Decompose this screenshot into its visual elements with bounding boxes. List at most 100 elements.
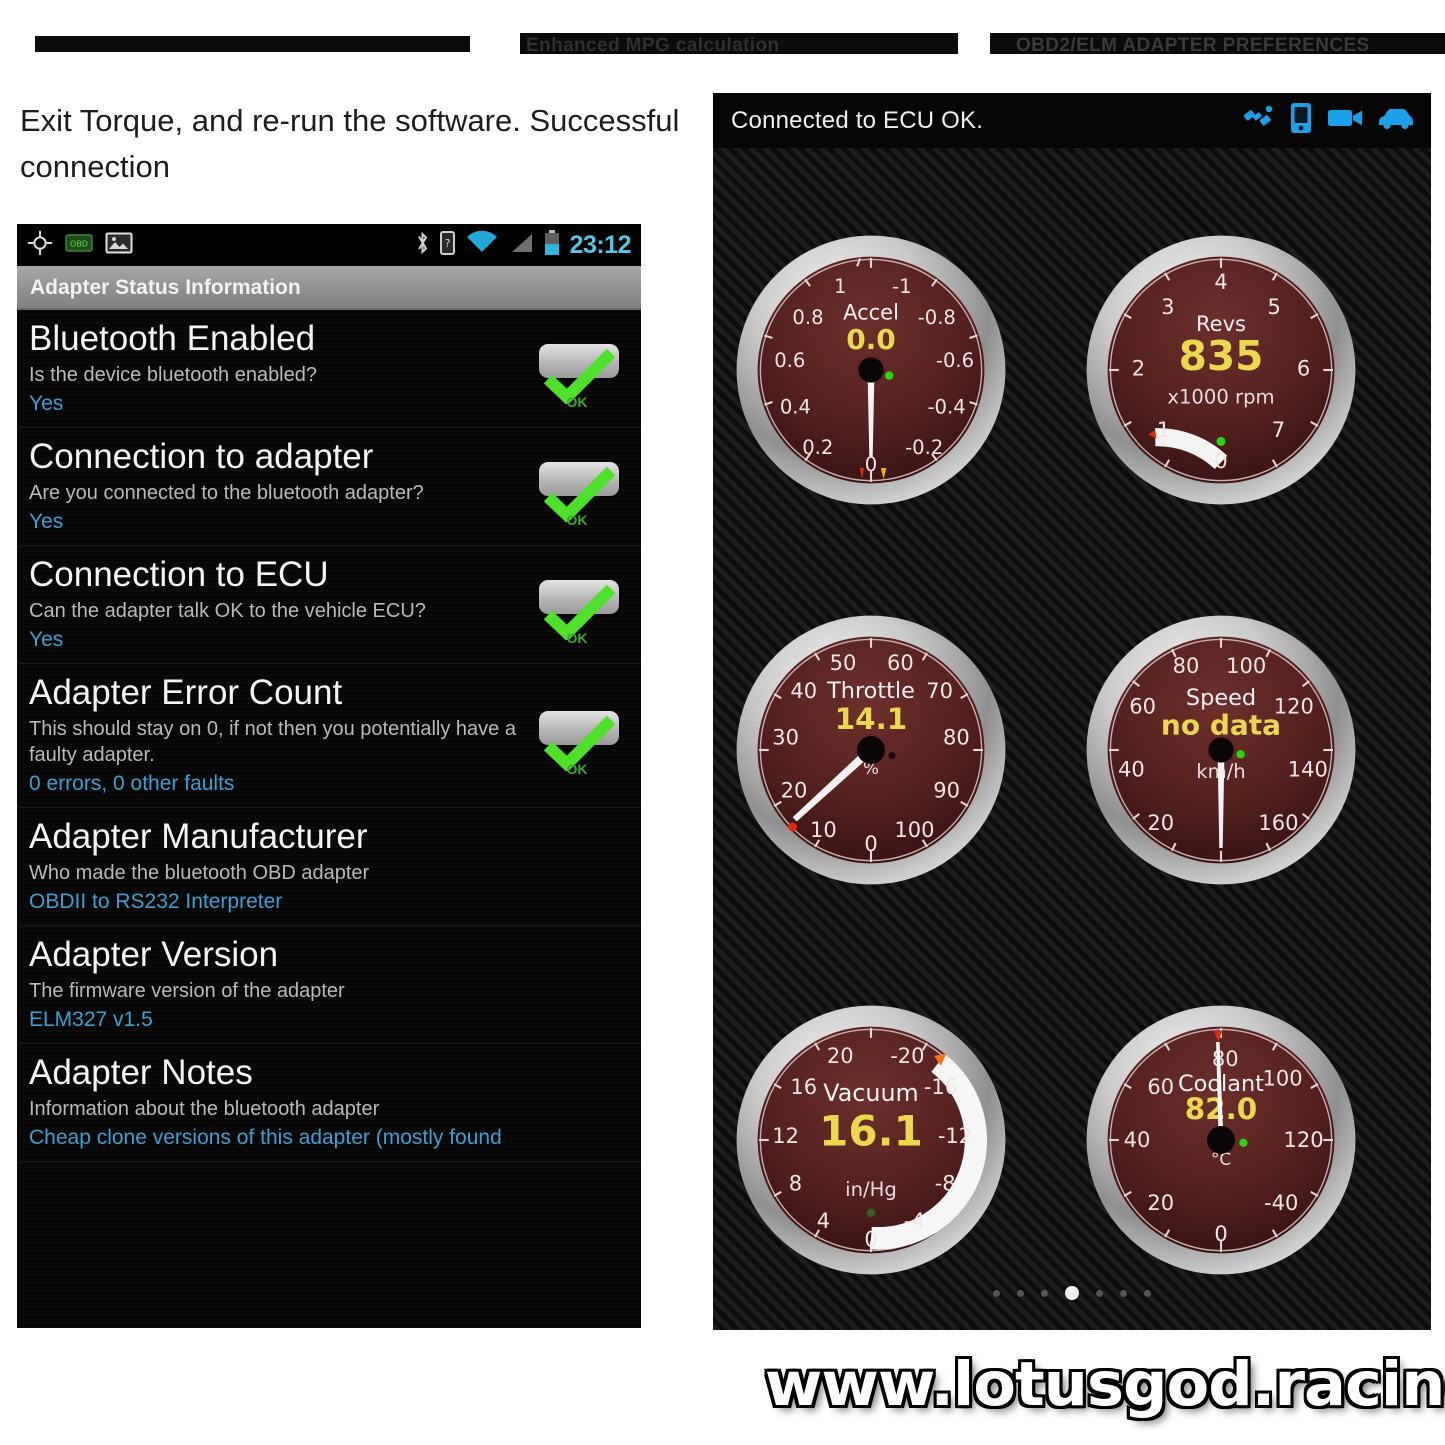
badge-label: OK	[566, 393, 588, 410]
row-heading: Adapter Notes	[29, 1053, 253, 1092]
tick-label: -0.6	[936, 349, 974, 372]
top-cutoff-headers: Enhanced MPG calculation OBD2/ELM ADAPTE…	[0, 0, 1445, 60]
connection-status-text: Connected to ECU OK.	[731, 106, 984, 134]
gauge-revs[interactable]: 4 3 2 1 5 6 7 0 Revs 835 x1000 rpm	[1081, 230, 1361, 510]
tick-label: 6	[1297, 357, 1310, 381]
tick-label: -0.4	[927, 395, 965, 418]
tick-label: 100	[1226, 654, 1266, 678]
phone-icon[interactable]	[1289, 102, 1313, 139]
car-icon[interactable]	[1377, 106, 1415, 135]
tick-label: 40	[790, 679, 817, 703]
row-description: The firmware version of the adapter	[29, 980, 345, 1002]
cutoff-header-right: OBD2/ELM ADAPTER PREFERENCES	[990, 33, 1445, 54]
tick-label: 0.2	[802, 436, 833, 459]
obd-adapter-icon: OBD	[65, 232, 93, 259]
tick-label: 20	[827, 1044, 854, 1068]
tick-label: -0.2	[905, 436, 943, 459]
row-description: Are you connected to the bluetooth adapt…	[29, 482, 424, 504]
gauge-grid: 1 0.8 0.6 0.4 0.2 -1 -0.8 -0.6 -0.4 -0.2…	[713, 148, 1431, 1308]
list-item[interactable]: Bluetooth Enabled Is the device bluetoot…	[17, 310, 641, 428]
row-value: Cheap clone versions of this adapter (mo…	[29, 1126, 502, 1149]
min-marker-icon	[788, 822, 798, 832]
gauge-value: 14.1	[835, 702, 908, 736]
tick-label: 160	[1258, 811, 1298, 835]
adapter-status-screenshot: OBD ? 23:12 Adapter Status Information B…	[17, 224, 641, 1328]
gauge-accel[interactable]: 1 0.8 0.6 0.4 0.2 -1 -0.8 -0.6 -0.4 -0.2…	[731, 230, 1011, 510]
badge-label: OK	[566, 511, 588, 528]
torque-dashboard-screenshot: Connected to ECU OK. 1 0.8 0.6 0.4 0.2 -…	[713, 93, 1431, 1330]
gauge-vacuum[interactable]: 20 16 12 8 4 -20 -16 -12 -8 -4 0 Vacuum …	[731, 1000, 1011, 1280]
gauge-coolant[interactable]: 80 60 40 20 100 120 -40 0 Coolant 82.0 °…	[1081, 1000, 1361, 1280]
tick-label: 5	[1268, 295, 1281, 319]
list-item[interactable]: Adapter Manufacturer Who made the blueto…	[17, 808, 641, 926]
list-item[interactable]: Connection to ECU Can the adapter talk O…	[17, 546, 641, 664]
tick-label: -8	[935, 1171, 956, 1195]
tick-label: 0	[1214, 449, 1227, 473]
torque-status-bar: Connected to ECU OK.	[713, 93, 1431, 148]
row-description: Can the adapter talk OK to the vehicle E…	[29, 600, 426, 622]
status-badge: OK	[531, 574, 623, 660]
row-value: ELM327 v1.5	[29, 1008, 153, 1031]
tick-label: -20	[890, 1044, 924, 1068]
list-item[interactable]: Adapter Version The firmware version of …	[17, 926, 641, 1044]
adapter-status-list[interactable]: Bluetooth Enabled Is the device bluetoot…	[17, 310, 641, 1328]
row-description: This should stay on 0, if not then you p…	[29, 718, 516, 766]
tick-label: 20	[1147, 811, 1174, 835]
page-dot[interactable]	[1096, 1289, 1103, 1297]
gauge-value: 0.0	[846, 323, 896, 356]
tick-label: 60	[1147, 1075, 1174, 1099]
status-badge: OK	[531, 338, 623, 424]
badge-label: OK	[566, 629, 588, 646]
sim-card-icon: ?	[439, 230, 456, 261]
tick-label: 12	[772, 1124, 799, 1148]
gauge-value: 835	[1179, 332, 1264, 380]
list-item[interactable]: Adapter Notes Information about the blue…	[17, 1044, 641, 1162]
list-item[interactable]: Adapter Error Count This should stay on …	[17, 664, 641, 808]
cutoff-header-middle: Enhanced MPG calculation	[520, 33, 958, 54]
row-heading: Adapter Version	[29, 935, 279, 974]
tick-label: -1	[892, 275, 912, 298]
page-indicator-dots[interactable]	[713, 1286, 1431, 1300]
site-watermark: www.lotusgod.racing	[764, 1349, 1445, 1420]
satellite-icon[interactable]	[1241, 103, 1275, 138]
status-badge: OK	[531, 456, 623, 542]
tick-label: 60	[1129, 695, 1156, 719]
row-description: Who made the bluetooth OBD adapter	[29, 862, 370, 884]
page-dot-active[interactable]	[1065, 1286, 1079, 1300]
tick-label: 16	[790, 1075, 817, 1099]
tick-label: -16	[924, 1075, 958, 1099]
row-description: Is the device bluetooth enabled?	[29, 364, 317, 386]
gauge-name: Vacuum	[823, 1079, 918, 1107]
gps-crosshair-icon	[27, 230, 53, 261]
gauge-unit: x1000 rpm	[1167, 386, 1274, 409]
tick-label: -12	[938, 1124, 972, 1148]
video-camera-icon[interactable]	[1327, 105, 1363, 136]
tick-label: 7	[1272, 418, 1285, 442]
tick-label: 100	[894, 818, 934, 842]
tick-label: 100	[1263, 1066, 1303, 1090]
tick-label: 0	[1214, 1222, 1227, 1246]
battery-icon	[543, 229, 561, 262]
tick-label: 80	[943, 725, 970, 749]
tick-label: 1	[1157, 418, 1170, 442]
page-dot[interactable]	[1041, 1289, 1048, 1297]
page-dot[interactable]	[993, 1289, 1000, 1297]
screen-title: Adapter Status Information	[17, 266, 641, 310]
green-led-icon	[1216, 436, 1226, 446]
signal-icon	[508, 230, 534, 261]
page-dot[interactable]	[1017, 1289, 1024, 1297]
gauge-throttle[interactable]: 50 40 30 20 10 60 70 80 90 100 0 Throttl…	[731, 610, 1011, 890]
tick-label: 20	[781, 779, 808, 803]
tick-label: 80	[1212, 1047, 1239, 1071]
tick-label: 50	[830, 651, 857, 675]
tick-label: 0	[864, 832, 877, 856]
tick-label: 140	[1288, 758, 1328, 782]
green-led-icon	[885, 371, 894, 380]
gauge-name: Speed	[1186, 685, 1256, 711]
gauge-speed[interactable]: 80 60 40 20 100 120 140 160 Speed no dat…	[1081, 610, 1361, 890]
list-item[interactable]: Connection to adapter Are you connected …	[17, 428, 641, 546]
tick-label: 4	[817, 1209, 830, 1233]
tick-label: 0.8	[792, 306, 823, 329]
page-dot[interactable]	[1144, 1289, 1151, 1297]
page-dot[interactable]	[1120, 1289, 1127, 1297]
